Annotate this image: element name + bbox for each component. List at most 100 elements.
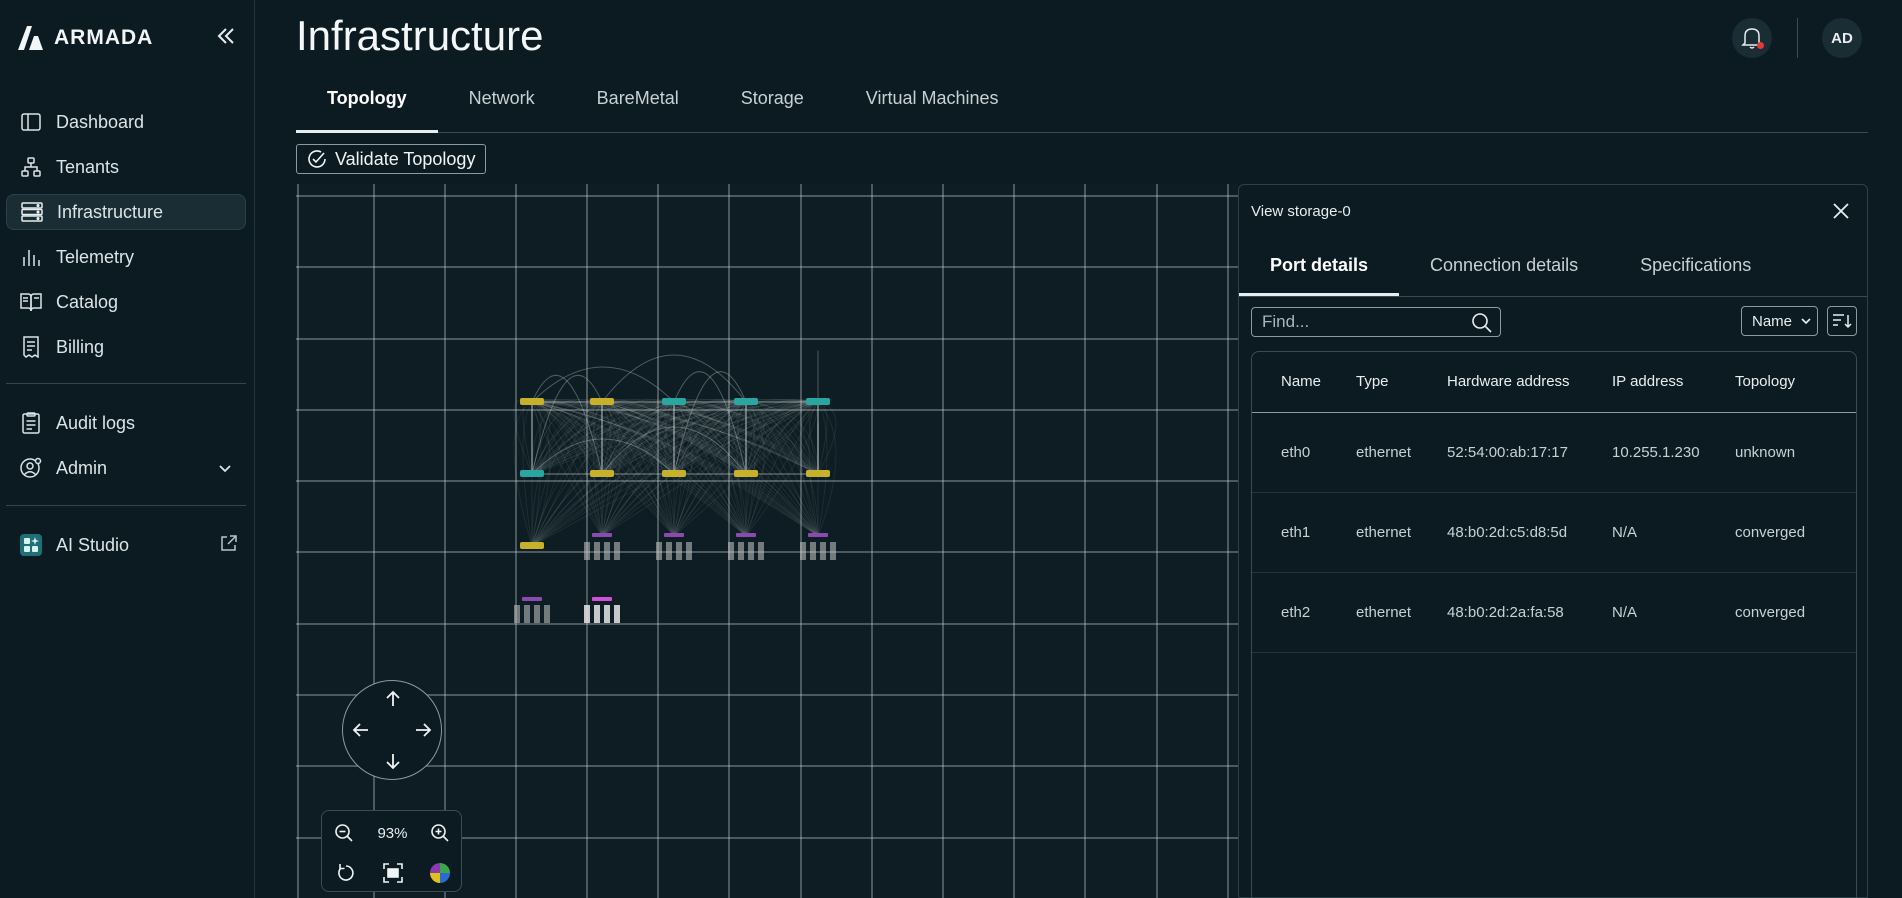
cell-hardware-address: 48:b0:2d:c5:d8:5d xyxy=(1447,492,1612,573)
sidebar-item-catalog[interactable]: Catalog xyxy=(6,284,246,320)
tab-network[interactable]: Network xyxy=(438,80,566,133)
zoom-in-icon xyxy=(431,824,450,842)
pan-right-button[interactable] xyxy=(411,718,435,742)
pan-left-button[interactable] xyxy=(349,718,373,742)
pan-down-button[interactable] xyxy=(381,749,405,773)
topology-graph[interactable] xyxy=(296,184,1238,898)
sidebar: ARMADA Dashboard Tenants Infrastructure xyxy=(0,0,255,898)
legend-toggle-button[interactable] xyxy=(428,861,452,885)
switch-node xyxy=(662,398,686,405)
server-label xyxy=(522,597,542,601)
server-node xyxy=(594,542,600,560)
zoom-out-button[interactable] xyxy=(332,821,356,845)
server-node xyxy=(604,542,610,560)
table-row[interactable]: eth1 ethernet 48:b0:2d:c5:d8:5d N/A conv… xyxy=(1252,492,1856,573)
column-header-ip-address[interactable]: IP address xyxy=(1612,352,1735,413)
server-node xyxy=(584,542,590,560)
sidebar-panel-icon xyxy=(20,111,42,133)
column-header-hardware-address[interactable]: Hardware address xyxy=(1447,352,1612,413)
brand-logo[interactable]: ARMADA xyxy=(16,24,153,52)
table-row[interactable]: eth2 ethernet 48:b0:2d:2a:fa:58 N/A conv… xyxy=(1252,572,1856,653)
header-divider xyxy=(1797,18,1798,58)
external-link-icon[interactable] xyxy=(220,534,238,557)
column-header-name[interactable]: Name xyxy=(1252,352,1356,413)
rotate-icon xyxy=(337,864,354,881)
validate-topology-label: Validate Topology xyxy=(335,148,476,169)
server-node xyxy=(666,542,672,560)
chevron-down-icon xyxy=(1801,318,1811,325)
sort-select[interactable]: Name xyxy=(1741,306,1818,336)
tab-baremetal[interactable]: BareMetal xyxy=(566,80,710,133)
org-tree-icon xyxy=(20,156,42,178)
sidebar-item-admin[interactable]: Admin xyxy=(6,450,246,486)
pan-control xyxy=(342,680,442,780)
avatar[interactable]: AD xyxy=(1822,18,1862,58)
sidebar-item-billing[interactable]: Billing xyxy=(6,329,246,365)
sidebar-item-label: Admin xyxy=(56,457,108,478)
arrow-up-icon xyxy=(386,690,400,706)
server-node xyxy=(728,542,734,560)
cell-type: ethernet xyxy=(1356,572,1447,653)
tab-storage[interactable]: Storage xyxy=(710,80,835,133)
server-node xyxy=(534,605,540,623)
book-icon xyxy=(20,291,42,313)
server-node xyxy=(614,605,620,623)
server-node xyxy=(614,542,620,560)
cell-hardware-address: 52:54:00:ab:17:17 xyxy=(1447,412,1612,493)
cell-name: eth2 xyxy=(1252,572,1356,653)
switch-node xyxy=(806,470,830,477)
clipboard-icon xyxy=(20,412,42,434)
search-input[interactable] xyxy=(1251,307,1501,337)
table-row[interactable]: eth0 ethernet 52:54:00:ab:17:17 10.255.1… xyxy=(1252,412,1856,493)
reset-view-button[interactable] xyxy=(334,861,358,885)
switch-node xyxy=(520,542,544,549)
notifications-button[interactable] xyxy=(1732,18,1772,58)
sidebar-item-infrastructure[interactable]: Infrastructure xyxy=(6,194,246,230)
server-label xyxy=(808,533,828,537)
sidebar-item-ai-studio[interactable]: AI Studio xyxy=(6,527,246,563)
cell-hardware-address: 48:b0:2d:2a:fa:58 xyxy=(1447,572,1612,653)
column-header-type[interactable]: Type xyxy=(1356,352,1447,413)
cell-topology: converged xyxy=(1735,572,1856,653)
column-header-topology[interactable]: Topology xyxy=(1735,352,1856,413)
close-icon xyxy=(1833,203,1849,219)
sort-value: Name xyxy=(1752,312,1793,330)
switch-node xyxy=(806,398,830,405)
panel-title: View storage-0 xyxy=(1251,203,1351,220)
cell-type: ethernet xyxy=(1356,412,1447,493)
sidebar-item-audit-logs[interactable]: Audit logs xyxy=(6,405,246,441)
cell-name: eth1 xyxy=(1252,492,1356,573)
tab-specifications[interactable]: Specifications xyxy=(1609,239,1782,296)
switch-node xyxy=(734,470,758,477)
validate-topology-button[interactable]: Validate Topology xyxy=(296,144,487,174)
server-node xyxy=(676,542,682,560)
tab-connection-details[interactable]: Connection details xyxy=(1399,239,1609,296)
switch-node xyxy=(590,398,614,405)
switch-node xyxy=(734,398,758,405)
sidebar-item-telemetry[interactable]: Telemetry xyxy=(6,239,246,275)
chevron-down-icon[interactable] xyxy=(218,458,232,479)
collapse-sidebar-button[interactable] xyxy=(214,24,238,48)
topology-canvas[interactable] xyxy=(296,184,1238,898)
sidebar-item-tenants[interactable]: Tenants xyxy=(6,149,246,185)
zoom-out-icon xyxy=(335,824,354,842)
server-label xyxy=(664,533,684,537)
server-node xyxy=(830,542,836,560)
cell-ip-address: N/A xyxy=(1612,572,1735,653)
sort-direction-button[interactable] xyxy=(1827,306,1857,336)
tab-topology[interactable]: Topology xyxy=(296,80,438,133)
fit-view-button[interactable] xyxy=(381,861,405,885)
sidebar-item-dashboard[interactable]: Dashboard xyxy=(6,104,246,140)
user-gear-icon xyxy=(20,457,42,479)
close-panel-button[interactable] xyxy=(1829,199,1853,223)
zoom-in-button[interactable] xyxy=(428,821,452,845)
pan-up-button[interactable] xyxy=(381,687,405,711)
arrow-right-icon xyxy=(416,723,432,737)
tab-virtual-machines[interactable]: Virtual Machines xyxy=(835,80,1030,133)
server-node xyxy=(686,542,692,560)
sidebar-divider xyxy=(6,505,246,506)
server-node xyxy=(604,605,610,623)
server-node xyxy=(594,605,600,623)
tab-port-details[interactable]: Port details xyxy=(1239,239,1400,296)
server-node xyxy=(656,542,662,560)
